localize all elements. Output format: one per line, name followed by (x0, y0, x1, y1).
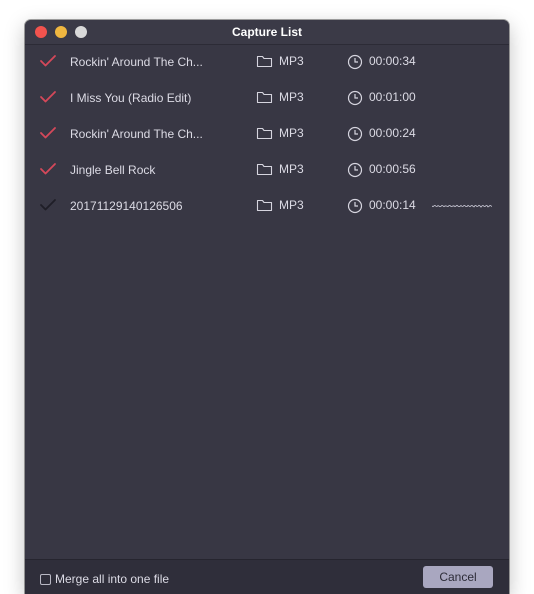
clock-icon (347, 162, 363, 178)
capture-format: MP3 (279, 198, 304, 212)
window-title: Capture List (231, 25, 302, 39)
checkmark-icon (40, 55, 56, 67)
title-bar: Capture List (25, 20, 509, 45)
cancel-button[interactable]: Cancel (423, 566, 493, 588)
clock-icon (347, 54, 363, 70)
folder-icon[interactable] (256, 54, 273, 68)
checkmark-icon (40, 127, 56, 139)
capture-name: Rockin' Around The Ch... (70, 55, 203, 69)
capture-name: 20171129140126506 (70, 199, 183, 213)
capture-duration: 00:00:14 (369, 198, 416, 212)
waveform-icon (432, 204, 492, 208)
clock-icon (347, 126, 363, 142)
folder-icon[interactable] (256, 126, 273, 140)
capture-list-window: Capture List Rockin' Around The Ch... MP3… (25, 20, 509, 594)
capture-format: MP3 (279, 126, 304, 140)
folder-icon[interactable] (256, 90, 273, 104)
capture-duration: 00:00:34 (369, 54, 416, 68)
checkmark-icon (40, 91, 56, 103)
footer-bar: Merge all into one file Cancel (25, 559, 509, 594)
merge-checkbox[interactable] (40, 574, 51, 585)
capture-duration: 00:00:24 (369, 126, 416, 140)
capture-format: MP3 (279, 90, 304, 104)
capture-row[interactable]: Jingle Bell Rock MP3 00:00:56 (25, 152, 509, 188)
capture-duration: 00:01:00 (369, 90, 416, 104)
folder-icon[interactable] (256, 162, 273, 176)
capture-name: I Miss You (Radio Edit) (70, 91, 192, 105)
capture-row[interactable]: I Miss You (Radio Edit) MP3 00:01:00 (25, 80, 509, 116)
capture-format: MP3 (279, 162, 304, 176)
capture-row[interactable]: Rockin' Around The Ch... MP3 00:00:34 (25, 44, 509, 80)
capture-name: Jingle Bell Rock (70, 163, 156, 177)
merge-label[interactable]: Merge all into one file (55, 572, 169, 586)
clock-icon (347, 198, 363, 214)
checkmark-icon (40, 163, 56, 175)
capture-name: Rockin' Around The Ch... (70, 127, 203, 141)
capture-duration: 00:00:56 (369, 162, 416, 176)
folder-icon[interactable] (256, 198, 273, 212)
capture-row[interactable]: 20171129140126506 MP3 00:00:14 (25, 188, 509, 224)
checkmark-icon (40, 199, 56, 211)
capture-row[interactable]: Rockin' Around The Ch... MP3 00:00:24 (25, 116, 509, 152)
capture-format: MP3 (279, 54, 304, 68)
clock-icon (347, 90, 363, 106)
